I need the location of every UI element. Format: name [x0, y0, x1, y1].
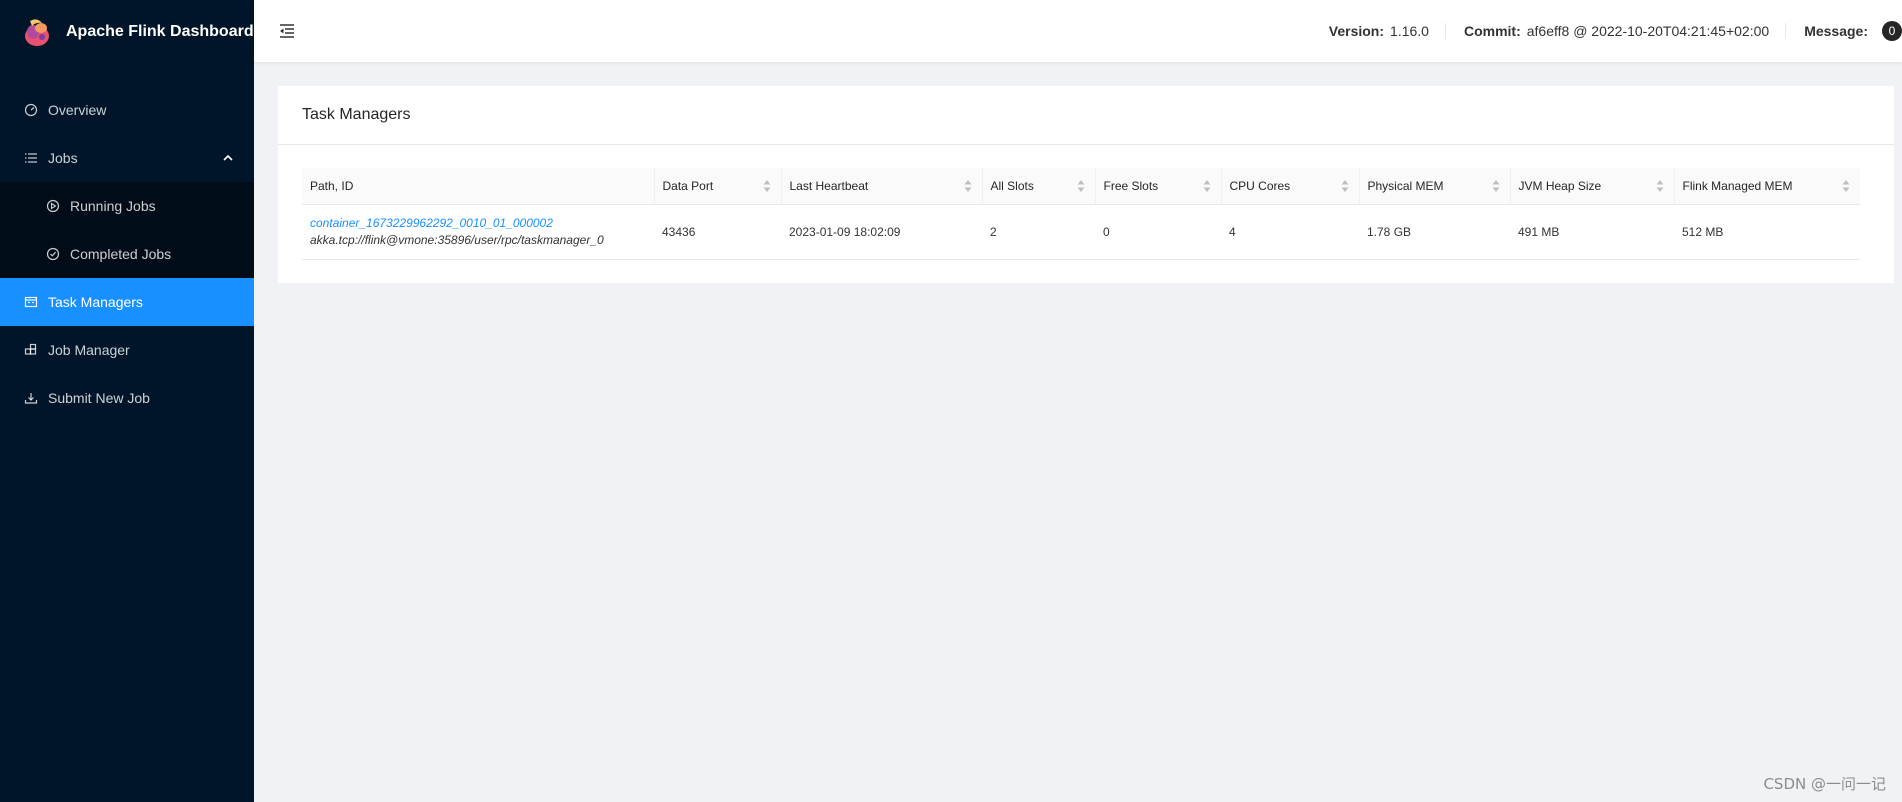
cell-jvm-heap: 491 MB [1510, 204, 1674, 260]
task-manager-id: akka.tcp://flink@vmone:35896/user/rpc/ta… [310, 233, 604, 247]
version-info: Version: 1.16.0 [1311, 23, 1446, 39]
task-manager-path-link[interactable]: container_1673229962292_0010_01_000002 [310, 215, 646, 232]
sort-icon[interactable] [763, 179, 771, 193]
cell-flink-managed-mem: 512 MB [1674, 204, 1860, 260]
sidebar-item-label: Running Jobs [70, 198, 156, 214]
column-header-sortable[interactable]: Flink Managed MEM [1673, 168, 1860, 205]
commit-info: Commit: af6eff8 @ 2022-10-20T04:21:45+02:… [1446, 23, 1787, 39]
sidebar-item-jobs[interactable]: Jobs [0, 134, 254, 182]
column-label: Physical MEM [1367, 179, 1444, 193]
sidebar-item-label: Job Manager [48, 342, 130, 358]
column-label: CPU Cores [1229, 179, 1291, 193]
column-header-sortable[interactable]: Last Heartbeat [780, 168, 982, 205]
cell-last-heartbeat: 2023-01-09 18:02:09 [781, 204, 982, 260]
jobs-submenu: Running Jobs Completed Jobs [0, 182, 254, 278]
message-count-badge[interactable]: 0 [1882, 21, 1902, 41]
task-managers-table: Path, ID Data Port Last Heartbeat All Sl… [302, 168, 1860, 260]
sidebar-item-submit-new-job[interactable]: Submit New Job [0, 374, 254, 422]
column-label: Free Slots [1103, 179, 1159, 193]
header-meta: Version: 1.16.0 Commit: af6eff8 @ 2022-10-… [1311, 0, 1902, 62]
cell-free-slots: 0 [1095, 204, 1221, 260]
build-icon [24, 343, 37, 355]
message-info[interactable]: Message: 0 [1786, 21, 1902, 41]
upload-icon [24, 393, 38, 404]
message-label: Message: [1804, 23, 1868, 39]
sidebar-item-label: Task Managers [48, 294, 143, 310]
sort-icon[interactable] [1341, 179, 1349, 193]
column-header: Path, ID [302, 168, 654, 205]
sidebar: Apache Flink Dashboard Overview Jobs Run… [0, 0, 254, 802]
chevron-up-icon[interactable] [222, 152, 234, 164]
sort-icon[interactable] [1492, 179, 1500, 193]
column-label: Data Port [662, 179, 714, 193]
table-header-row: Path, ID Data Port Last Heartbeat All Sl… [302, 168, 1860, 205]
cell-path-id: container_1673229962292_0010_01_000002 a… [302, 204, 654, 260]
sort-icon[interactable] [1203, 179, 1211, 193]
cell-cpu-cores: 4 [1221, 204, 1359, 260]
sidebar-item-label: Submit New Job [48, 390, 150, 406]
sort-icon[interactable] [1842, 179, 1850, 193]
column-header-sortable[interactable]: Data Port [653, 168, 781, 205]
sidebar-item-completed-jobs[interactable]: Completed Jobs [0, 230, 254, 278]
sidebar-item-overview[interactable]: Overview [0, 86, 254, 134]
check-circle-icon [46, 247, 60, 261]
brand[interactable]: Apache Flink Dashboard [0, 0, 254, 64]
table-row[interactable]: container_1673229962292_0010_01_000002 a… [302, 204, 1860, 260]
commit-label: Commit: [1463, 23, 1521, 39]
column-header-sortable[interactable]: Physical MEM [1358, 168, 1510, 205]
sidebar-item-task-managers[interactable]: Task Managers [0, 278, 254, 326]
version-value: 1.16.0 [1390, 23, 1429, 39]
sort-icon[interactable] [1077, 179, 1085, 193]
column-header-sortable[interactable]: Free Slots [1094, 168, 1221, 205]
cell-all-slots: 2 [982, 204, 1095, 260]
column-header-sortable[interactable]: CPU Cores [1220, 168, 1359, 205]
column-header-sortable[interactable]: JVM Heap Size [1509, 168, 1674, 205]
menu-fold-icon[interactable] [278, 22, 296, 40]
dashboard-icon [24, 103, 38, 117]
cell-data-port: 43436 [654, 204, 781, 260]
page-title: Task Managers [278, 86, 1894, 145]
task-managers-card: Task Managers Path, ID Data Port Last He… [278, 86, 1894, 283]
sort-icon[interactable] [964, 179, 972, 193]
column-label: All Slots [990, 179, 1034, 193]
header: Version: 1.16.0 Commit: af6eff8 @ 2022-10-… [254, 0, 1902, 62]
commit-value: af6eff8 @ 2022-10-20T04:21:45+02:00 [1526, 23, 1770, 39]
sort-icon[interactable] [1656, 179, 1664, 193]
list-icon [25, 153, 37, 163]
cell-physical-mem: 1.78 GB [1359, 204, 1510, 260]
sidebar-menu: Overview Jobs Running Jobs Completed Job… [0, 86, 254, 422]
sidebar-item-label: Jobs [48, 150, 78, 166]
version-label: Version: [1328, 23, 1385, 39]
column-label: Path, ID [310, 179, 354, 193]
watermark: CSDN @一问一记 [1763, 775, 1886, 793]
sidebar-item-job-manager[interactable]: Job Manager [0, 326, 254, 374]
sidebar-item-label: Overview [48, 102, 107, 118]
flink-logo-icon [25, 19, 49, 46]
sidebar-item-label: Completed Jobs [70, 246, 172, 262]
sidebar-item-running-jobs[interactable]: Running Jobs [0, 182, 254, 230]
schedule-icon [24, 296, 38, 308]
column-header-sortable[interactable]: All Slots [981, 168, 1095, 205]
column-label: Last Heartbeat [789, 179, 869, 193]
column-label: Flink Managed MEM [1682, 179, 1793, 193]
column-label: JVM Heap Size [1518, 179, 1602, 193]
play-circle-icon [46, 199, 60, 213]
app-title: Apache Flink Dashboard [66, 23, 254, 40]
